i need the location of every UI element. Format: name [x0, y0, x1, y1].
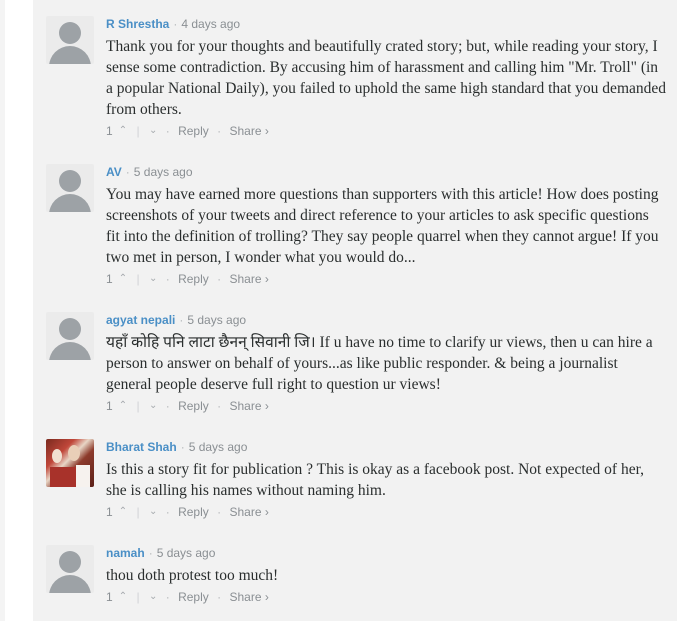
author-name[interactable]: R Shrestha [106, 17, 169, 31]
chevron-up-icon[interactable]: ⌃ [116, 504, 127, 520]
author-name[interactable]: agyat nepali [106, 313, 175, 327]
share-link[interactable]: Share › [229, 398, 268, 414]
timestamp[interactable]: 5 days ago [187, 313, 246, 327]
chevron-down-icon[interactable]: ⌄ [149, 589, 157, 605]
chevron-down-icon[interactable]: ⌄ [149, 123, 157, 139]
meta-separator: · [173, 17, 178, 31]
action-separator: · [165, 505, 170, 519]
avatar-photo-detail [76, 465, 90, 487]
author-name[interactable]: Bharat Shah [106, 440, 177, 454]
vote-count: 1 [106, 505, 113, 519]
comment-actions: 1 ⌃ | ⌄ · Reply · Share › [106, 589, 666, 605]
meta-separator: · [179, 313, 184, 327]
action-separator: · [165, 590, 170, 604]
avatar-placeholder-head [59, 22, 81, 44]
action-separator: · [217, 124, 222, 138]
comment-body: AV · 5 days ago You may have earned more q… [106, 164, 666, 287]
action-separator: · [217, 590, 222, 604]
avatar[interactable] [46, 439, 94, 487]
meta-separator: · [148, 546, 153, 560]
chevron-down-icon[interactable]: ⌄ [149, 398, 157, 414]
chevron-up-icon[interactable]: ⌃ [116, 123, 127, 139]
vote-divider: | [136, 505, 140, 519]
author-name[interactable]: AV [106, 165, 122, 179]
vote-count: 1 [106, 124, 113, 138]
left-gutter [0, 0, 5, 621]
author-name[interactable]: namah [106, 546, 145, 560]
meta-separator: · [180, 440, 185, 454]
share-link[interactable]: Share › [229, 504, 268, 520]
action-separator: · [217, 399, 222, 413]
share-link[interactable]: Share › [229, 271, 268, 287]
reply-link[interactable]: Reply [178, 271, 209, 287]
avatar-placeholder-head [59, 318, 81, 340]
comment-actions: 1 ⌃ | ⌄ · Reply · Share › [106, 504, 666, 520]
comment-thread: R Shrestha · 4 days ago Thank you for your… [33, 0, 677, 621]
reply-link[interactable]: Reply [178, 589, 209, 605]
chevron-up-icon[interactable]: ⌃ [116, 271, 127, 287]
chevron-up-icon[interactable]: ⌃ [116, 398, 127, 414]
chevron-down-icon[interactable]: ⌄ [149, 504, 157, 520]
action-separator: · [217, 505, 222, 519]
vote-divider: | [136, 124, 140, 138]
avatar-placeholder-head [59, 551, 81, 573]
avatar-placeholder-body [49, 194, 91, 212]
comment-body: Bharat Shah · 5 days ago Is this a story f… [106, 439, 666, 520]
share-link[interactable]: Share › [229, 123, 268, 139]
avatar[interactable] [46, 16, 94, 64]
vote-count: 1 [106, 399, 113, 413]
timestamp[interactable]: 4 days ago [181, 17, 240, 31]
action-separator: · [165, 124, 170, 138]
vote-divider: | [136, 590, 140, 604]
comment-meta: R Shrestha · 4 days ago [106, 16, 666, 32]
comment-actions: 1 ⌃ | ⌄ · Reply · Share › [106, 271, 666, 287]
vote-divider: | [136, 272, 140, 286]
timestamp[interactable]: 5 days ago [157, 546, 216, 560]
vote-divider: | [136, 399, 140, 413]
chevron-up-icon[interactable]: ⌃ [116, 589, 127, 605]
avatar-placeholder-body [49, 342, 91, 360]
comment-actions: 1 ⌃ | ⌄ · Reply · Share › [106, 398, 666, 414]
avatar-placeholder-body [49, 575, 91, 593]
avatar-photo-detail [52, 449, 62, 463]
comment-body: agyat nepali · 5 days ago यहाँ कोहि पनि ला… [106, 312, 666, 414]
comment-body: namah · 5 days ago thou doth protest too m… [106, 545, 666, 605]
reply-link[interactable]: Reply [178, 398, 209, 414]
comment-text: You may have earned more questions than … [106, 186, 659, 266]
avatar[interactable] [46, 312, 94, 360]
chevron-down-icon[interactable]: ⌄ [149, 271, 157, 287]
comment-text: thou doth protest too much! [106, 567, 279, 584]
timestamp[interactable]: 5 days ago [134, 165, 193, 179]
avatar-placeholder-head [59, 170, 81, 192]
comment-text: Is this a story fit for publication ? Th… [106, 461, 645, 499]
comment-text: यहाँ कोहि पनि लाटा छैनन् सिवानी जि। If u… [106, 334, 653, 393]
avatar[interactable] [46, 164, 94, 212]
avatar-photo-detail [68, 445, 80, 461]
vote-count: 1 [106, 590, 113, 604]
share-link[interactable]: Share › [229, 589, 268, 605]
comment-meta: Bharat Shah · 5 days ago [106, 439, 666, 455]
reply-link[interactable]: Reply [178, 123, 209, 139]
comment-actions: 1 ⌃ | ⌄ · Reply · Share › [106, 123, 666, 139]
meta-separator: · [125, 165, 130, 179]
comment-body: R Shrestha · 4 days ago Thank you for your… [106, 16, 666, 139]
reply-link[interactable]: Reply [178, 504, 209, 520]
action-separator: · [165, 399, 170, 413]
action-separator: · [165, 272, 170, 286]
avatar[interactable] [46, 545, 94, 593]
timestamp[interactable]: 5 days ago [189, 440, 248, 454]
comment-meta: agyat nepali · 5 days ago [106, 312, 666, 328]
comment-meta: namah · 5 days ago [106, 545, 666, 561]
avatar-placeholder-body [49, 46, 91, 64]
action-separator: · [217, 272, 222, 286]
vote-count: 1 [106, 272, 113, 286]
comment-meta: AV · 5 days ago [106, 164, 666, 180]
comment-text: Thank you for your thoughts and beautifu… [106, 38, 667, 118]
